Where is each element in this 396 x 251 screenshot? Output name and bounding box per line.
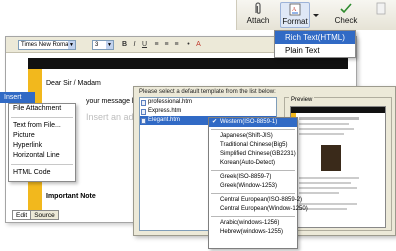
file-name: professional.htm	[148, 99, 193, 105]
insert-text-from-file[interactable]: Text from File...	[9, 121, 75, 131]
encoding-option[interactable]: Japanese(Shift-JIS)	[209, 132, 297, 141]
html-file-icon	[141, 109, 146, 115]
insert-hyperlink[interactable]: Hyperlink	[9, 141, 75, 151]
align-left-icon[interactable]: ≡	[152, 40, 161, 49]
preview-label: Preview	[289, 97, 315, 103]
svg-text:A: A	[292, 7, 297, 13]
format-option-plain-text[interactable]: Plain Text	[275, 44, 355, 57]
encoding-option[interactable]: Hebrew(windows-1255)	[209, 228, 297, 237]
font-size-select[interactable]: 3 ▼	[92, 40, 114, 50]
html-file-icon	[141, 100, 146, 106]
paperclip-icon	[255, 2, 261, 14]
bold-icon[interactable]: B	[120, 40, 129, 49]
list-item[interactable]: professional.htm	[140, 98, 276, 107]
template-dialog-caption: Please select a default template from th…	[139, 89, 276, 95]
menu-separator	[211, 216, 295, 217]
format-dropdown-arrow[interactable]	[312, 5, 320, 25]
check-label: Check	[334, 16, 358, 25]
encoding-option[interactable]: Central European(ISO-8859-2)	[209, 196, 302, 205]
format-option-rich-text[interactable]: Rich Text(HTML)	[275, 31, 355, 44]
align-right-icon[interactable]: ≡	[172, 40, 181, 49]
text-color-icon[interactable]: A	[194, 40, 203, 49]
main-toolbar: Attach A Format Check	[236, 0, 396, 30]
align-center-icon[interactable]: ≡	[162, 40, 171, 49]
font-name-value: Times New Roman	[21, 42, 72, 48]
file-name: Express.htm	[148, 108, 182, 114]
insert-html-code[interactable]: HTML Code	[9, 168, 75, 178]
template-header-bar	[28, 58, 348, 69]
important-note-heading: Important Note	[46, 193, 96, 200]
attach-label: Attach	[246, 16, 270, 25]
spellcheck-icon	[340, 3, 352, 14]
file-name: Elegant.htm	[148, 117, 181, 123]
format-button[interactable]: A Format	[280, 2, 310, 28]
list-item[interactable]: Express.htm	[140, 107, 276, 116]
editor-view-tabs: Edit Source	[12, 210, 59, 220]
menu-separator	[211, 170, 295, 171]
underline-icon[interactable]: U	[140, 40, 149, 49]
greeting-text: Dear Sir / Madam	[46, 80, 101, 87]
menu-separator	[11, 117, 73, 118]
format-icon: A	[289, 3, 301, 16]
chevron-down-icon: ▼	[106, 41, 113, 49]
encoding-option[interactable]: ✔ Western(ISO-8859-1)	[209, 118, 297, 127]
encoding-option[interactable]: Traditional Chinese(Big5)	[209, 141, 297, 150]
insert-menu-title[interactable]: Insert	[0, 92, 35, 103]
format-menu: Rich Text(HTML) Plain Text	[274, 30, 356, 58]
font-size-value: 3	[95, 42, 99, 48]
insert-menu: File Attachment Text from File... Pictur…	[8, 103, 76, 182]
menu-separator	[211, 193, 295, 194]
font-name-select[interactable]: Times New Roman ▼	[18, 40, 76, 50]
attach-button[interactable]: Attach	[243, 2, 273, 25]
encoding-option[interactable]: Korean(Auto-Detect)	[209, 159, 297, 168]
check-button[interactable]: Check	[332, 2, 360, 25]
tab-edit[interactable]: Edit	[12, 210, 32, 220]
insert-picture[interactable]: Picture	[9, 131, 75, 141]
encoding-option[interactable]: Simplified Chinese(GB2231)	[209, 150, 297, 159]
encoding-option[interactable]: Central European(Window-1250)	[209, 205, 308, 214]
html-file-icon	[141, 118, 146, 124]
document-icon	[376, 2, 386, 15]
bullet-list-icon[interactable]: •	[184, 40, 193, 49]
insert-horizontal-line[interactable]: Horizontal Line	[9, 151, 75, 161]
encoding-option[interactable]: Greek(ISO-8859-7)	[209, 173, 297, 182]
format-label: Format	[282, 17, 308, 26]
encoding-menu: ✔ Western(ISO-8859-1) Japanese(Shift-JIS…	[208, 117, 308, 249]
menu-separator	[211, 129, 295, 130]
encoding-option[interactable]: Arabic(windows-1256)	[209, 219, 297, 228]
encoding-label: Western(ISO-8859-1)	[220, 119, 278, 125]
chevron-down-icon: ▼	[68, 41, 75, 49]
disabled-toolbar-button[interactable]	[369, 2, 393, 16]
checkmark-icon: ✔	[212, 119, 218, 125]
encoding-option[interactable]: Greek(Window-1253)	[209, 182, 297, 191]
menu-separator	[11, 164, 73, 165]
chevron-down-icon	[313, 14, 319, 17]
insert-file-attachment[interactable]: File Attachment	[9, 104, 75, 114]
italic-icon[interactable]: I	[130, 40, 139, 49]
tab-source[interactable]: Source	[30, 210, 59, 220]
